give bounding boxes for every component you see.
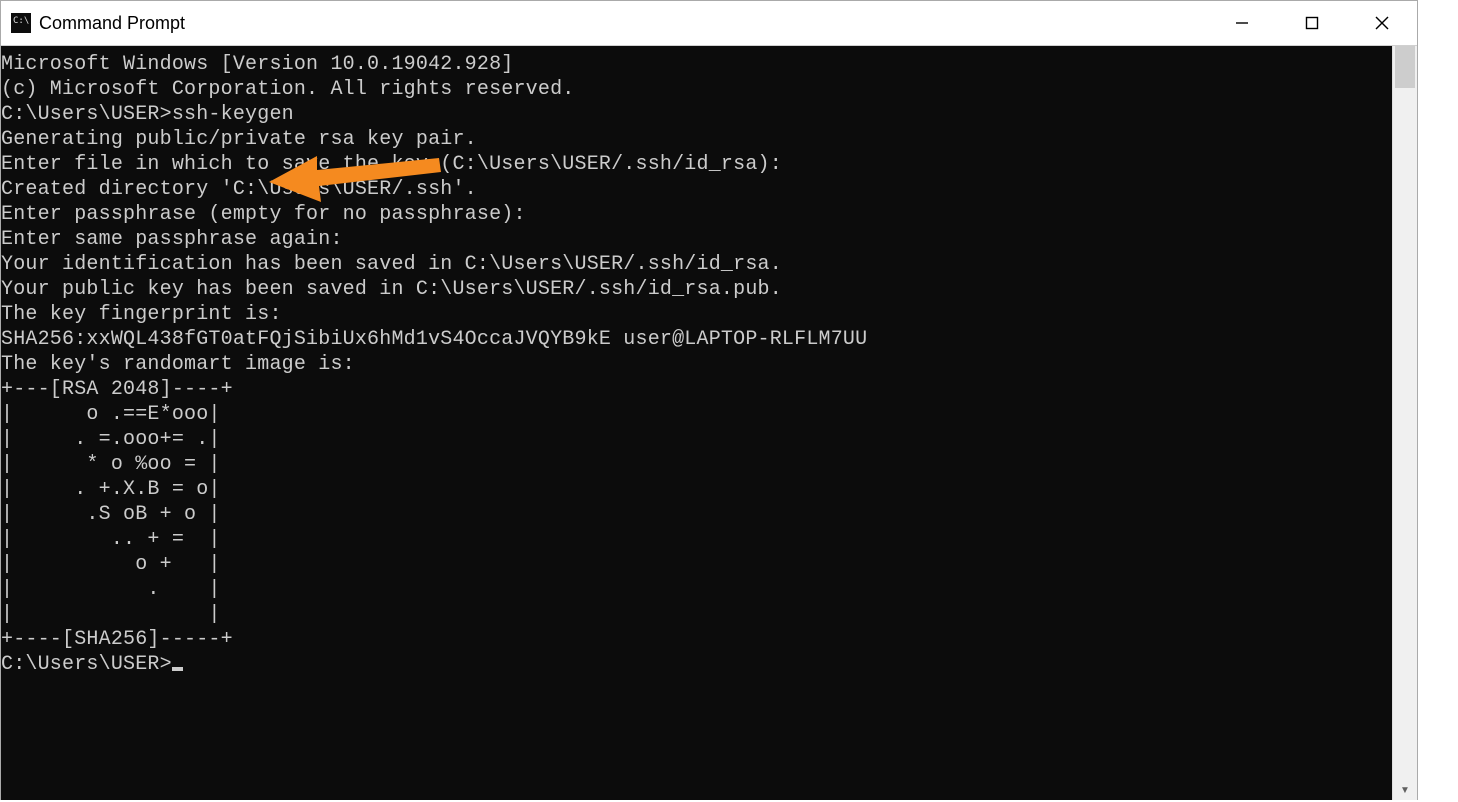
terminal-line: Enter passphrase (empty for no passphras… — [1, 202, 1392, 227]
terminal-viewport[interactable]: Microsoft Windows [Version 10.0.19042.92… — [1, 46, 1392, 800]
command-prompt-window: Command Prompt Microsoft Windows [Versio… — [0, 0, 1418, 800]
titlebar[interactable]: Command Prompt — [1, 1, 1417, 46]
terminal-output[interactable]: Microsoft Windows [Version 10.0.19042.92… — [1, 52, 1392, 677]
terminal-cursor — [172, 667, 183, 671]
terminal-line: Microsoft Windows [Version 10.0.19042.92… — [1, 52, 1392, 77]
terminal-line: Created directory 'C:\Users\USER/.ssh'. — [1, 177, 1392, 202]
terminal-line: | .S oB + o | — [1, 502, 1392, 527]
terminal-line: (c) Microsoft Corporation. All rights re… — [1, 77, 1392, 102]
terminal-line: | .. + = | — [1, 527, 1392, 552]
terminal-line: The key fingerprint is: — [1, 302, 1392, 327]
terminal-line: | o + | — [1, 552, 1392, 577]
terminal-line: C:\Users\USER>ssh-keygen — [1, 102, 1392, 127]
window-controls — [1207, 1, 1417, 45]
terminal-line: Enter file in which to save the key (C:\… — [1, 152, 1392, 177]
client-area: Microsoft Windows [Version 10.0.19042.92… — [1, 46, 1417, 800]
terminal-line: The key's randomart image is: — [1, 352, 1392, 377]
terminal-line: | . =.ooo+= .| — [1, 427, 1392, 452]
terminal-line: C:\Users\USER> — [1, 652, 1392, 677]
terminal-line: | . +.X.B = o| — [1, 477, 1392, 502]
terminal-line: Enter same passphrase again: — [1, 227, 1392, 252]
terminal-line: SHA256:xxWQL438fGT0atFQjSibiUx6hMd1vS4Oc… — [1, 327, 1392, 352]
terminal-line: | * o %oo = | — [1, 452, 1392, 477]
maximize-button[interactable] — [1277, 1, 1347, 45]
terminal-line: Your identification has been saved in C:… — [1, 252, 1392, 277]
minimize-icon — [1235, 16, 1249, 30]
close-icon — [1374, 15, 1390, 31]
maximize-icon — [1305, 16, 1319, 30]
window-title: Command Prompt — [39, 13, 185, 34]
minimize-button[interactable] — [1207, 1, 1277, 45]
terminal-line: | o .==E*ooo| — [1, 402, 1392, 427]
scroll-down-arrow-icon[interactable]: ▼ — [1393, 780, 1417, 800]
terminal-line: Your public key has been saved in C:\Use… — [1, 277, 1392, 302]
scrollbar-thumb[interactable] — [1395, 46, 1415, 88]
terminal-line: | | — [1, 602, 1392, 627]
cmd-app-icon — [11, 13, 31, 33]
terminal-line: | . | — [1, 577, 1392, 602]
terminal-line: +---[RSA 2048]----+ — [1, 377, 1392, 402]
vertical-scrollbar[interactable]: ▲ ▼ — [1392, 46, 1417, 800]
terminal-line: Generating public/private rsa key pair. — [1, 127, 1392, 152]
close-button[interactable] — [1347, 1, 1417, 45]
terminal-line: +----[SHA256]-----+ — [1, 627, 1392, 652]
